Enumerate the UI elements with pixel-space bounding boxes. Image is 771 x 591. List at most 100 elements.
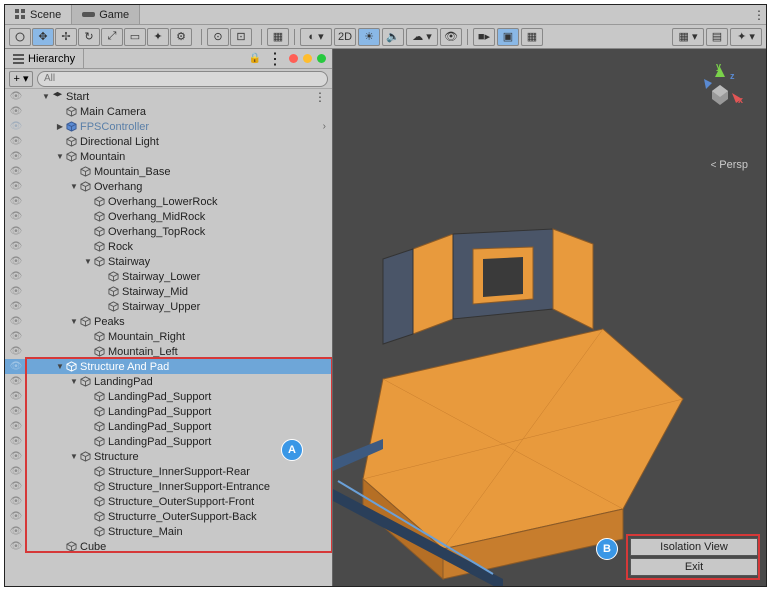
context-menu-icon[interactable]: ⋮ (314, 90, 326, 104)
visibility-icon[interactable]: 👁 (9, 165, 23, 179)
lock-icon[interactable]: 🔒 (249, 53, 261, 64)
tab-scene[interactable]: Scene (5, 5, 72, 24)
fx-dropdown[interactable]: ☁ ▾ (406, 28, 438, 46)
tree-row[interactable]: 👁Mountain_Base (5, 164, 332, 179)
tree-row[interactable]: 👁Structure_OuterSupport-Front (5, 494, 332, 509)
visibility-icon[interactable]: 👁 (9, 105, 23, 119)
visibility-icon[interactable]: 👁 (9, 435, 23, 449)
layout-a[interactable]: ▤ (706, 28, 728, 46)
chevron-right-icon[interactable]: › (323, 121, 326, 132)
tree-row[interactable]: 👁▼Peaks (5, 314, 332, 329)
visibility-icon[interactable]: 👁 (9, 465, 23, 479)
tree-row[interactable]: 👁▼Stairway (5, 254, 332, 269)
grid-toggle[interactable]: ▦ (521, 28, 543, 46)
arrow-down-icon[interactable]: ▼ (69, 182, 79, 191)
tool-hand[interactable]: ✥ (32, 28, 54, 46)
tree-row[interactable]: 👁▼Start⋮ (5, 89, 332, 104)
visibility-icon[interactable]: 👁 (9, 480, 23, 494)
visibility-icon[interactable]: 👁 (9, 225, 23, 239)
tree-row[interactable]: 👁Stairway_Mid (5, 284, 332, 299)
hierarchy-tree[interactable]: 👁▼Start⋮👁Main Camera👁▶FPSController›👁Dir… (5, 89, 332, 586)
camera-mode-label[interactable]: Persp (711, 159, 748, 171)
tree-row[interactable]: 👁▼Mountain (5, 149, 332, 164)
minimize-icon[interactable] (303, 54, 312, 63)
tree-row[interactable]: 👁LandingPad_Support (5, 434, 332, 449)
tree-row[interactable]: 👁Structurre_OuterSupport-Back (5, 509, 332, 524)
arrow-down-icon[interactable]: ▼ (69, 377, 79, 386)
isolation-view-button[interactable]: Isolation View (630, 538, 758, 556)
visibility-icon[interactable]: 👁 (9, 360, 23, 374)
tool-scale[interactable]: ⤢ (101, 28, 123, 46)
visibility-icon[interactable]: 👁 (9, 330, 23, 344)
tool-transform[interactable]: ✦ (147, 28, 169, 46)
visibility-icon[interactable]: 👁 (9, 300, 23, 314)
visibility-icon[interactable]: 👁 (9, 510, 23, 524)
visibility-icon[interactable]: 👁 (9, 90, 23, 104)
tree-row[interactable]: 👁LandingPad_Support (5, 404, 332, 419)
tree-row[interactable]: 👁▶FPSController› (5, 119, 332, 134)
visibility-icon[interactable]: 👁 (9, 150, 23, 164)
arrow-down-icon[interactable]: ▼ (55, 152, 65, 161)
visibility-icon[interactable]: 👁 (9, 180, 23, 194)
grid-snap[interactable]: ▦ (267, 28, 289, 46)
lighting-toggle[interactable]: ☀ (358, 28, 380, 46)
tree-row[interactable]: 👁Stairway_Lower (5, 269, 332, 284)
hierarchy-tab[interactable]: Hierarchy (5, 49, 84, 68)
tree-row[interactable]: 👁▼Overhang (5, 179, 332, 194)
arrow-down-icon[interactable]: ▼ (83, 257, 93, 266)
visibility-icon[interactable]: 👁 (9, 405, 23, 419)
tree-row[interactable]: 👁Mountain_Right (5, 329, 332, 344)
visibility-icon[interactable]: 👁 (9, 135, 23, 149)
gizmos-dropdown[interactable]: ✦ ▾ (730, 28, 762, 46)
arrow-down-icon[interactable]: ▼ (41, 92, 51, 101)
tree-row[interactable]: 👁Overhang_MidRock (5, 209, 332, 224)
search-input[interactable] (37, 71, 328, 87)
maximize-icon[interactable] (317, 54, 326, 63)
visibility-icon[interactable]: 👁 (9, 195, 23, 209)
arrow-down-icon[interactable]: ▼ (69, 452, 79, 461)
visibility-icon[interactable]: 👁 (9, 540, 23, 554)
exit-button[interactable]: Exit (630, 558, 758, 576)
tab-game[interactable]: Game (72, 5, 140, 24)
visibility-icon[interactable]: 👁 (9, 240, 23, 254)
visibility-icon[interactable]: 👁 (9, 420, 23, 434)
visibility-icon[interactable]: 👁 (9, 345, 23, 359)
tree-row[interactable]: 👁Structure_InnerSupport-Rear (5, 464, 332, 479)
visibility-icon[interactable]: 👁 (9, 255, 23, 269)
visibility-icon[interactable]: 👁 (9, 375, 23, 389)
tree-row[interactable]: 👁LandingPad_Support (5, 419, 332, 434)
visibility-icon[interactable]: 👁 (9, 525, 23, 539)
visibility-icon[interactable]: 👁 (9, 270, 23, 284)
tree-row[interactable]: 👁Structure_Main (5, 524, 332, 539)
visibility-icon[interactable]: 👁 (9, 390, 23, 404)
pivot-toggle[interactable]: ⊙ (207, 28, 229, 46)
tree-row[interactable]: 👁LandingPad_Support (5, 389, 332, 404)
gizmo-toggle[interactable]: ▣ (497, 28, 519, 46)
arrow-down-icon[interactable]: ▼ (55, 362, 65, 371)
tree-row[interactable]: 👁▼LandingPad (5, 374, 332, 389)
arrow-down-icon[interactable]: ▼ (69, 317, 79, 326)
visibility-icon[interactable]: 👁 (9, 210, 23, 224)
tree-row[interactable]: 👁Cube (5, 539, 332, 554)
visibility-icon[interactable]: 👁 (9, 315, 23, 329)
tree-row[interactable]: 👁Main Camera (5, 104, 332, 119)
close-icon[interactable] (289, 54, 298, 63)
create-dropdown[interactable]: + ▾ (9, 71, 33, 87)
tree-row[interactable]: 👁▼Structure (5, 449, 332, 464)
mode-2d[interactable]: 2D (334, 28, 356, 46)
tree-row[interactable]: 👁Rock (5, 239, 332, 254)
tree-row[interactable]: 👁Mountain_Left (5, 344, 332, 359)
scene-viewport[interactable]: y x z Persp (333, 49, 766, 586)
orientation-gizmo[interactable]: y x z (692, 63, 748, 119)
tool-view[interactable] (9, 28, 31, 46)
layers-dropdown[interactable]: ▦ ▾ (672, 28, 704, 46)
visibility-icon[interactable]: 👁 (9, 450, 23, 464)
tree-row[interactable]: 👁▼Structure And Pad (5, 359, 332, 374)
tool-move[interactable]: ✢ (55, 28, 77, 46)
audio-toggle[interactable]: 🔈 (382, 28, 404, 46)
draw-mode-dropdown[interactable]: ◐ ▾ (300, 28, 332, 46)
tab-menu-icon[interactable]: ⋮ (752, 5, 766, 24)
tree-row[interactable]: 👁Overhang_LowerRock (5, 194, 332, 209)
camera-toggle[interactable]: ■▸ (473, 28, 495, 46)
tree-row[interactable]: 👁Directional Light (5, 134, 332, 149)
